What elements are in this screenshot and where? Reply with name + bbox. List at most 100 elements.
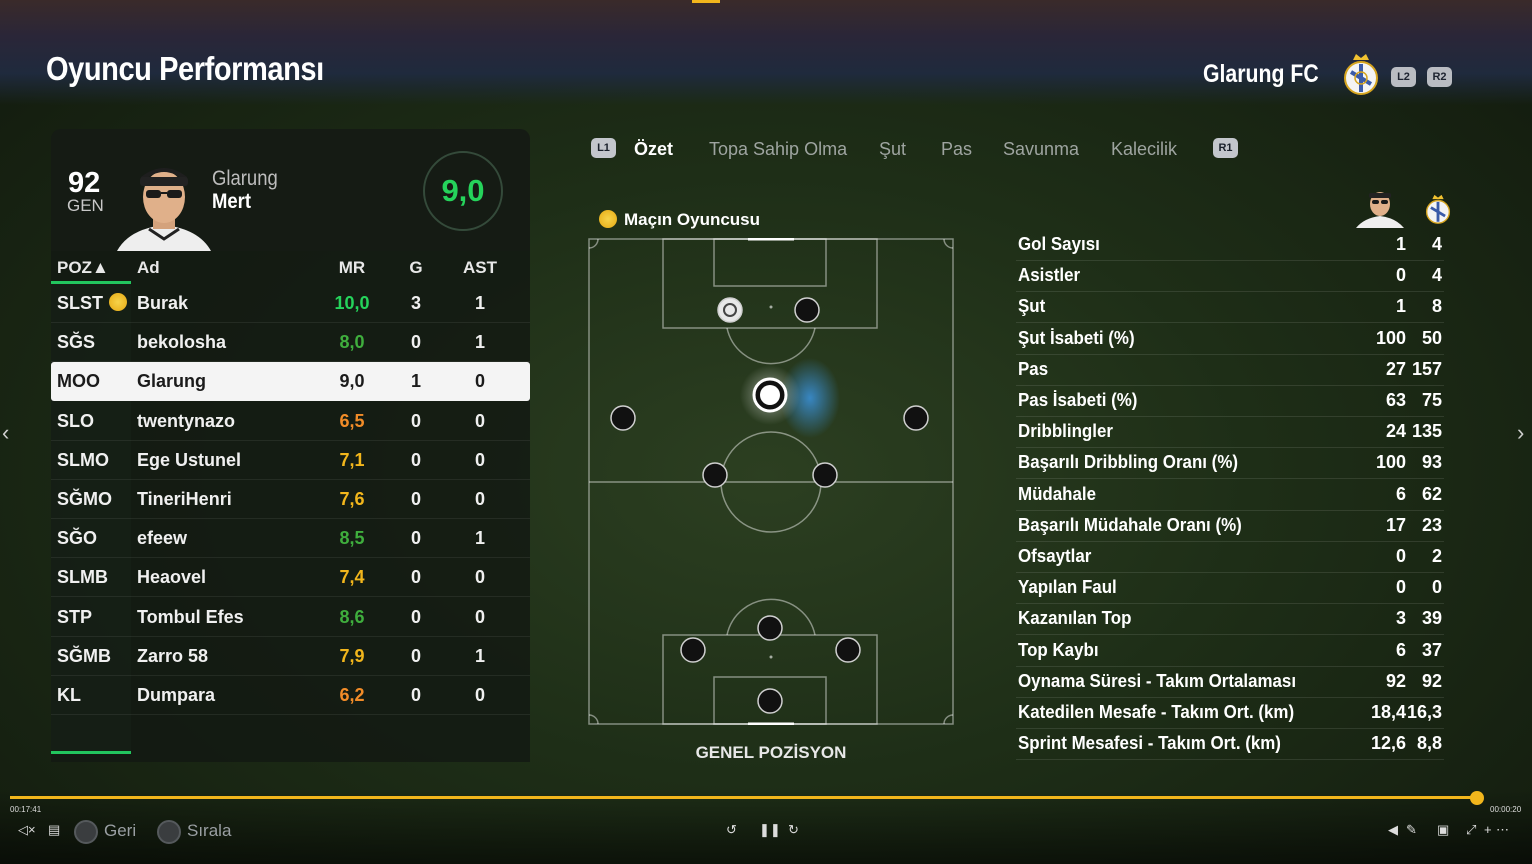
- stat-row: Oynama Süresi - Takım Ortalaması 92 92: [1016, 667, 1444, 698]
- table-row[interactable]: SĞMO TineriHenri 7,6 0 0: [51, 480, 530, 519]
- tab-5[interactable]: Kalecilik: [1111, 139, 1177, 160]
- cell-goals: 0: [410, 685, 421, 705]
- team-name: Glarung FC: [1203, 60, 1319, 88]
- cell-goals: 0: [410, 645, 421, 666]
- more-icon[interactable]: ⋯: [1496, 822, 1509, 838]
- forward-icon[interactable]: ↻: [788, 822, 799, 838]
- table-row[interactable]: MOO Glarung 9,0 1 0: [51, 362, 530, 402]
- l2-button[interactable]: L2: [1391, 67, 1416, 87]
- progress-bar[interactable]: [10, 796, 1477, 799]
- square-button-icon[interactable]: [157, 820, 181, 844]
- stat-team-value: 37: [1421, 639, 1442, 660]
- table-row[interactable]: STP Tombul Efes 8,6 0 0: [51, 598, 530, 637]
- r2-button[interactable]: R2: [1427, 67, 1452, 87]
- edit-icon[interactable]: ✎: [1406, 822, 1417, 838]
- circle-button-icon[interactable]: [74, 820, 98, 844]
- cell-goals: 0: [410, 606, 421, 627]
- stat-team-value: 93: [1421, 452, 1442, 473]
- tab-0[interactable]: Özet: [634, 139, 673, 160]
- header-rating[interactable]: MR: [329, 258, 375, 278]
- table-row[interactable]: KL Dumpara 6,2 0 0: [51, 676, 530, 715]
- club-crest-icon: [1344, 54, 1378, 95]
- header-position[interactable]: POZ▲: [57, 258, 109, 278]
- stat-label: Katedilen Mesafe - Takım Ort. (km): [1018, 702, 1295, 722]
- cell-position: SLST: [57, 293, 104, 313]
- table-row[interactable]: SĞO efeew 8,5 0 1: [51, 519, 530, 559]
- cell-name: TineriHenri: [137, 489, 232, 509]
- cell-assists: 1: [474, 332, 485, 353]
- cell-goals: 3: [410, 293, 421, 313]
- table-row[interactable]: SĞMB Zarro 58 7,9 0 1: [51, 637, 530, 676]
- stat-row: Katedilen Mesafe - Takım Ort. (km) 18,4 16…: [1016, 698, 1444, 729]
- cell-goals: 0: [410, 567, 421, 588]
- table-row[interactable]: SLST Burak 10,0 3 1: [51, 284, 530, 323]
- cell-name: Burak: [137, 293, 189, 313]
- stat-label: Yapılan Faul: [1018, 577, 1117, 598]
- stat-label: Şut İsabeti (%): [1018, 327, 1135, 348]
- header-assists[interactable]: AST: [457, 258, 503, 278]
- stat-player-value: 27: [1385, 358, 1406, 379]
- next-arrow-icon[interactable]: ›: [1517, 420, 1524, 446]
- stat-team-value: 135: [1411, 421, 1442, 442]
- sort-label[interactable]: Sırala: [187, 821, 231, 841]
- stat-row: Başarılı Müdahale Oranı (%) 17 23: [1016, 511, 1444, 542]
- table-row[interactable]: SLO twentynazo 6,5 0 0: [51, 402, 530, 441]
- zoom-in-icon[interactable]: +: [1484, 822, 1492, 837]
- cell-position: SĞMB: [57, 645, 111, 666]
- time-elapsed: 00:17:41: [10, 805, 42, 814]
- cell-assists: 0: [474, 410, 485, 431]
- volume-icon[interactable]: ◀: [1388, 822, 1398, 838]
- cell-assists: 0: [474, 449, 485, 470]
- capture-icon[interactable]: ▣: [1437, 822, 1449, 838]
- cell-name: Glarung: [137, 371, 207, 392]
- cell-assists: 1: [474, 645, 485, 666]
- stat-team-value: 8,8: [1416, 733, 1442, 754]
- prev-arrow-icon[interactable]: ‹: [2, 420, 9, 446]
- back-label[interactable]: Geri: [104, 821, 136, 841]
- stat-player-value: 0: [1395, 577, 1406, 598]
- l1-button[interactable]: L1: [591, 138, 616, 158]
- mute-icon[interactable]: ◁×: [18, 822, 36, 838]
- fullscreen-icon[interactable]: ⤢: [1466, 822, 1476, 838]
- stat-label: Müdahale: [1018, 483, 1097, 504]
- stat-player-value: 24: [1385, 421, 1406, 442]
- stat-player-value: 92: [1385, 670, 1406, 691]
- player-portrait-icon: [117, 168, 211, 251]
- cell-name: efeew: [137, 528, 188, 549]
- player-last-name: Mert: [212, 190, 252, 213]
- header-name[interactable]: Ad: [137, 258, 160, 278]
- table-row[interactable]: SLMB Heaovel 7,4 0 0: [51, 558, 530, 598]
- stat-label: Oynama Süresi - Takım Ortalaması: [1018, 670, 1297, 691]
- progress-knob[interactable]: [1470, 791, 1484, 805]
- cell-position: SLMO: [57, 449, 109, 470]
- table-row[interactable]: SLMO Ege Ustunel 7,1 0 0: [51, 441, 530, 480]
- cell-rating: 6,5: [339, 410, 365, 431]
- top-accent: [692, 0, 720, 3]
- tab-4[interactable]: Savunma: [1003, 139, 1079, 160]
- pause-icon[interactable]: ❚❚: [759, 822, 781, 838]
- subtitles-icon[interactable]: ▤: [48, 822, 60, 838]
- cell-assists: 0: [474, 489, 485, 509]
- cell-position: SĞMO: [57, 489, 113, 509]
- cell-goals: 0: [410, 332, 421, 353]
- tab-2[interactable]: Şut: [879, 139, 906, 160]
- cell-goals: 0: [410, 410, 421, 431]
- cell-rating: 6,2: [339, 685, 365, 705]
- stat-team-value: 75: [1421, 390, 1442, 410]
- players-table: POZ▲ Ad MR G AST SLST Burak 10,0 3 1 SĞS bekol…: [51, 251, 530, 762]
- stat-label: Top Kaybı: [1018, 639, 1099, 660]
- tab-1[interactable]: Topa Sahip Olma: [709, 139, 847, 160]
- table-row[interactable]: SĞS bekolosha 8,0 0 1: [51, 323, 530, 363]
- cell-assists: 1: [474, 293, 485, 313]
- motm-label: Maçın Oyuncusu: [624, 210, 761, 229]
- r1-button[interactable]: R1: [1213, 138, 1238, 158]
- cell-name: bekolosha: [137, 332, 227, 353]
- stat-label: Sprint Mesafesi - Takım Ort. (km): [1018, 733, 1281, 754]
- stat-player-value: 6: [1395, 483, 1406, 504]
- stat-player-value: 100: [1375, 452, 1406, 473]
- cell-position: SĞO: [57, 528, 98, 549]
- player-mini-portrait-icon: [1356, 192, 1404, 228]
- tab-3[interactable]: Pas: [941, 139, 972, 160]
- rewind-icon[interactable]: ↺: [726, 822, 737, 838]
- header-goals[interactable]: G: [401, 258, 431, 278]
